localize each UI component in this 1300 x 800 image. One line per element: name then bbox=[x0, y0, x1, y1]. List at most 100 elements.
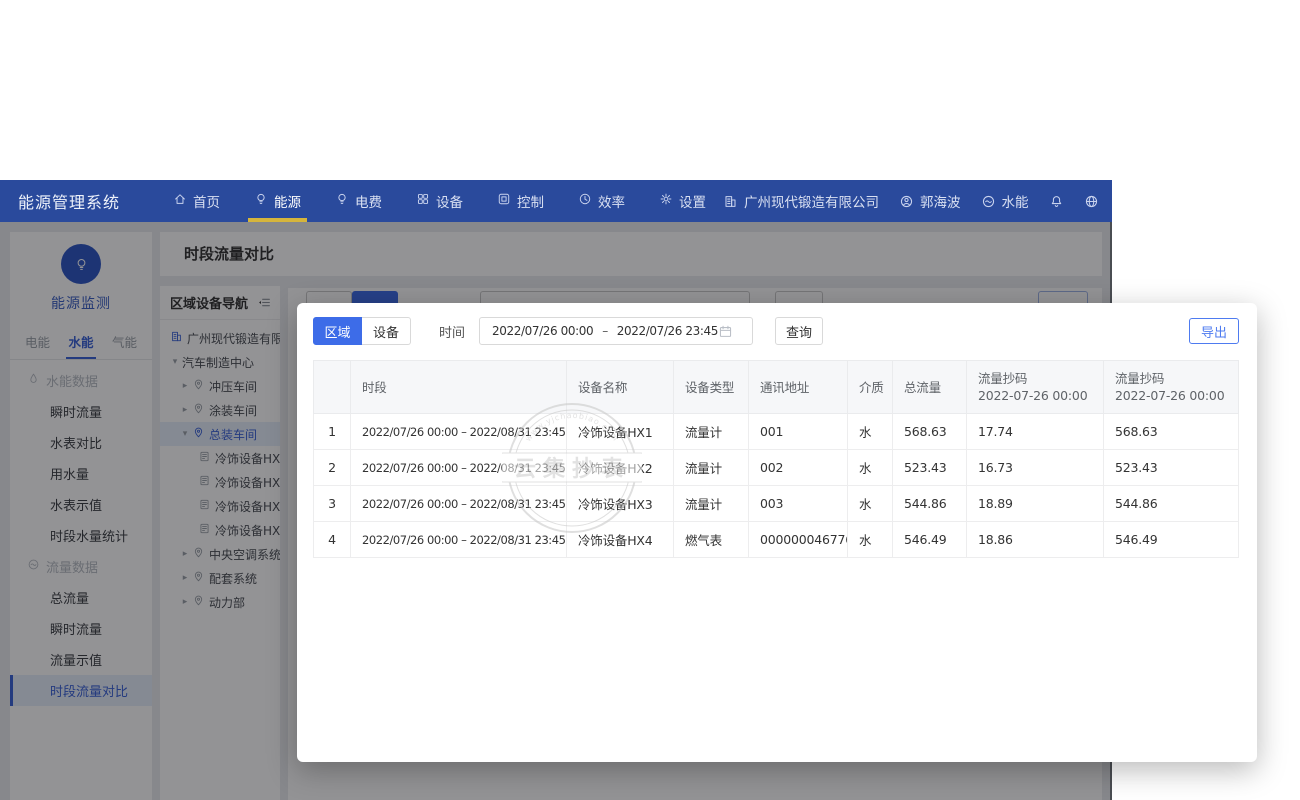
user-icon bbox=[899, 194, 914, 209]
calendar-icon[interactable] bbox=[718, 324, 733, 339]
company-name: 广州现代锻造有限公司 bbox=[744, 191, 879, 211]
bell-icon bbox=[1049, 194, 1064, 209]
table-cell: 水 bbox=[848, 522, 893, 558]
topnav-label: 控制 bbox=[517, 191, 544, 211]
table-cell: 002 bbox=[749, 450, 848, 486]
table-cell: 523.43 bbox=[1104, 450, 1239, 486]
table-header-cell: 设备名称 bbox=[567, 361, 674, 414]
topnav-label: 设备 bbox=[436, 191, 463, 211]
topnav-item[interactable]: 设备 bbox=[406, 180, 473, 222]
control-icon bbox=[497, 192, 511, 210]
table-cell: 523.43 bbox=[893, 450, 967, 486]
table-header-cell: 流量抄码2022-07-26 00:00 bbox=[967, 361, 1104, 414]
company-selector[interactable]: 广州现代锻造有限公司 bbox=[723, 191, 879, 211]
topnav-label: 首页 bbox=[193, 191, 220, 211]
table-cell: 003 bbox=[749, 486, 848, 522]
topbar-right: 广州现代锻造有限公司 郭海波 水能 bbox=[723, 191, 1099, 211]
date-start: 2022/07/26 00:00 bbox=[492, 324, 593, 338]
user-name: 郭海波 bbox=[920, 191, 961, 211]
table-cell: 4 bbox=[314, 522, 351, 558]
table-cell: 1 bbox=[314, 414, 351, 450]
table-cell: 流量计 bbox=[674, 414, 749, 450]
topnav-item[interactable]: 设置 bbox=[649, 180, 716, 222]
date-end: 2022/07/26 23:45 bbox=[617, 324, 718, 338]
mode-tab[interactable]: 设备 bbox=[362, 317, 411, 345]
table-cell: 流量计 bbox=[674, 450, 749, 486]
table-cell: 2022/07/26 00:00 – 2022/08/31 23:45 bbox=[351, 450, 567, 486]
table-cell: 水 bbox=[848, 450, 893, 486]
table-header-cell: 流量抄码2022-07-26 00:00 bbox=[1104, 361, 1239, 414]
top-navigation-bar: 能源管理系统 首页能源电费设备控制效率设置 广州现代锻造有限公司 郭海波 水能 bbox=[0, 180, 1112, 222]
building-icon bbox=[723, 194, 738, 209]
user-menu[interactable]: 郭海波 bbox=[899, 191, 961, 211]
table-header-cell: 介质 bbox=[848, 361, 893, 414]
home-icon bbox=[173, 192, 187, 210]
clock-icon bbox=[578, 192, 592, 210]
flow-comparison-dialog: 区域设备 时间 2022/07/26 00:00 – 2022/07/26 23… bbox=[297, 303, 1257, 762]
energy-mode-selector[interactable]: 水能 bbox=[981, 191, 1029, 211]
table-header-cell: 通讯地址 bbox=[749, 361, 848, 414]
globe-icon bbox=[1084, 194, 1099, 209]
table-row: 12022/07/26 00:00 – 2022/08/31 23:45冷饰设备… bbox=[314, 414, 1239, 450]
topnav-label: 效率 bbox=[598, 191, 625, 211]
table-cell: 流量计 bbox=[674, 486, 749, 522]
time-label: 时间 bbox=[439, 322, 465, 341]
topnav-label: 能源 bbox=[274, 191, 301, 211]
export-button[interactable]: 导出 bbox=[1189, 318, 1239, 344]
notifications-button[interactable] bbox=[1049, 194, 1064, 209]
table-cell: 冷饰设备HX3 bbox=[567, 486, 674, 522]
table-cell: 16.73 bbox=[967, 450, 1104, 486]
table-header-cell: 设备类型 bbox=[674, 361, 749, 414]
table-header-cell: 总流量 bbox=[893, 361, 967, 414]
table-cell: 水 bbox=[848, 414, 893, 450]
page: 能源管理系统 首页能源电费设备控制效率设置 广州现代锻造有限公司 郭海波 水能 bbox=[0, 0, 1300, 800]
table-cell: 17.74 bbox=[967, 414, 1104, 450]
date-separator: – bbox=[602, 324, 608, 338]
table-cell: 冷饰设备HX2 bbox=[567, 450, 674, 486]
table-cell: 546.49 bbox=[1104, 522, 1239, 558]
topnav-item[interactable]: 控制 bbox=[487, 180, 554, 222]
table-cell: 568.63 bbox=[893, 414, 967, 450]
topnav-label: 设置 bbox=[679, 191, 706, 211]
table-cell: 568.63 bbox=[1104, 414, 1239, 450]
table-cell: 水 bbox=[848, 486, 893, 522]
table-cell: 燃气表 bbox=[674, 522, 749, 558]
table-cell: 2022/07/26 00:00 – 2022/08/31 23:45 bbox=[351, 414, 567, 450]
energy-mode-label: 水能 bbox=[1002, 191, 1029, 211]
gear-icon bbox=[659, 192, 673, 210]
table-header-cell bbox=[314, 361, 351, 414]
table-cell: 000000046776 bbox=[749, 522, 848, 558]
mode-tab[interactable]: 区域 bbox=[313, 317, 362, 345]
language-button[interactable] bbox=[1084, 194, 1099, 209]
topnav-item[interactable]: 效率 bbox=[568, 180, 635, 222]
table-row: 32022/07/26 00:00 – 2022/08/31 23:45冷饰设备… bbox=[314, 486, 1239, 522]
bulb-icon bbox=[254, 192, 268, 210]
topnav-item[interactable]: 电费 bbox=[325, 180, 392, 222]
table-cell: 2022/07/26 00:00 – 2022/08/31 23:45 bbox=[351, 486, 567, 522]
flow-data-table: 时段设备名称设备类型通讯地址介质总流量流量抄码2022-07-26 00:00流… bbox=[313, 360, 1239, 558]
table-cell: 3 bbox=[314, 486, 351, 522]
table-cell: 544.86 bbox=[893, 486, 967, 522]
table-cell: 冷饰设备HX1 bbox=[567, 414, 674, 450]
table-row: 22022/07/26 00:00 – 2022/08/31 23:45冷饰设备… bbox=[314, 450, 1239, 486]
table-cell: 18.89 bbox=[967, 486, 1104, 522]
table-cell: 2 bbox=[314, 450, 351, 486]
table-cell: 18.86 bbox=[967, 522, 1104, 558]
query-button[interactable]: 查询 bbox=[775, 317, 823, 345]
topnav-item[interactable]: 首页 bbox=[163, 180, 230, 222]
mode-segmented-control: 区域设备 bbox=[313, 317, 411, 345]
topnav-label: 电费 bbox=[355, 191, 382, 211]
grid-icon bbox=[416, 192, 430, 210]
table-cell: 001 bbox=[749, 414, 848, 450]
table-cell: 冷饰设备HX4 bbox=[567, 522, 674, 558]
bulb-icon bbox=[335, 192, 349, 210]
date-range-input[interactable]: 2022/07/26 00:00 – 2022/07/26 23:45 bbox=[479, 317, 753, 345]
table-header-cell: 时段 bbox=[351, 361, 567, 414]
top-nav: 首页 能源 电费 设备 控制 效率 设置 bbox=[156, 180, 723, 222]
topnav-item[interactable]: 能源 bbox=[244, 180, 311, 222]
table-cell: 544.86 bbox=[1104, 486, 1239, 522]
table-row: 42022/07/26 00:00 – 2022/08/31 23:45冷饰设备… bbox=[314, 522, 1239, 558]
table-cell: 2022/07/26 00:00 – 2022/08/31 23:45 bbox=[351, 522, 567, 558]
water-circle-icon bbox=[981, 194, 996, 209]
filter-bar: 区域设备 时间 2022/07/26 00:00 – 2022/07/26 23… bbox=[313, 317, 1241, 345]
